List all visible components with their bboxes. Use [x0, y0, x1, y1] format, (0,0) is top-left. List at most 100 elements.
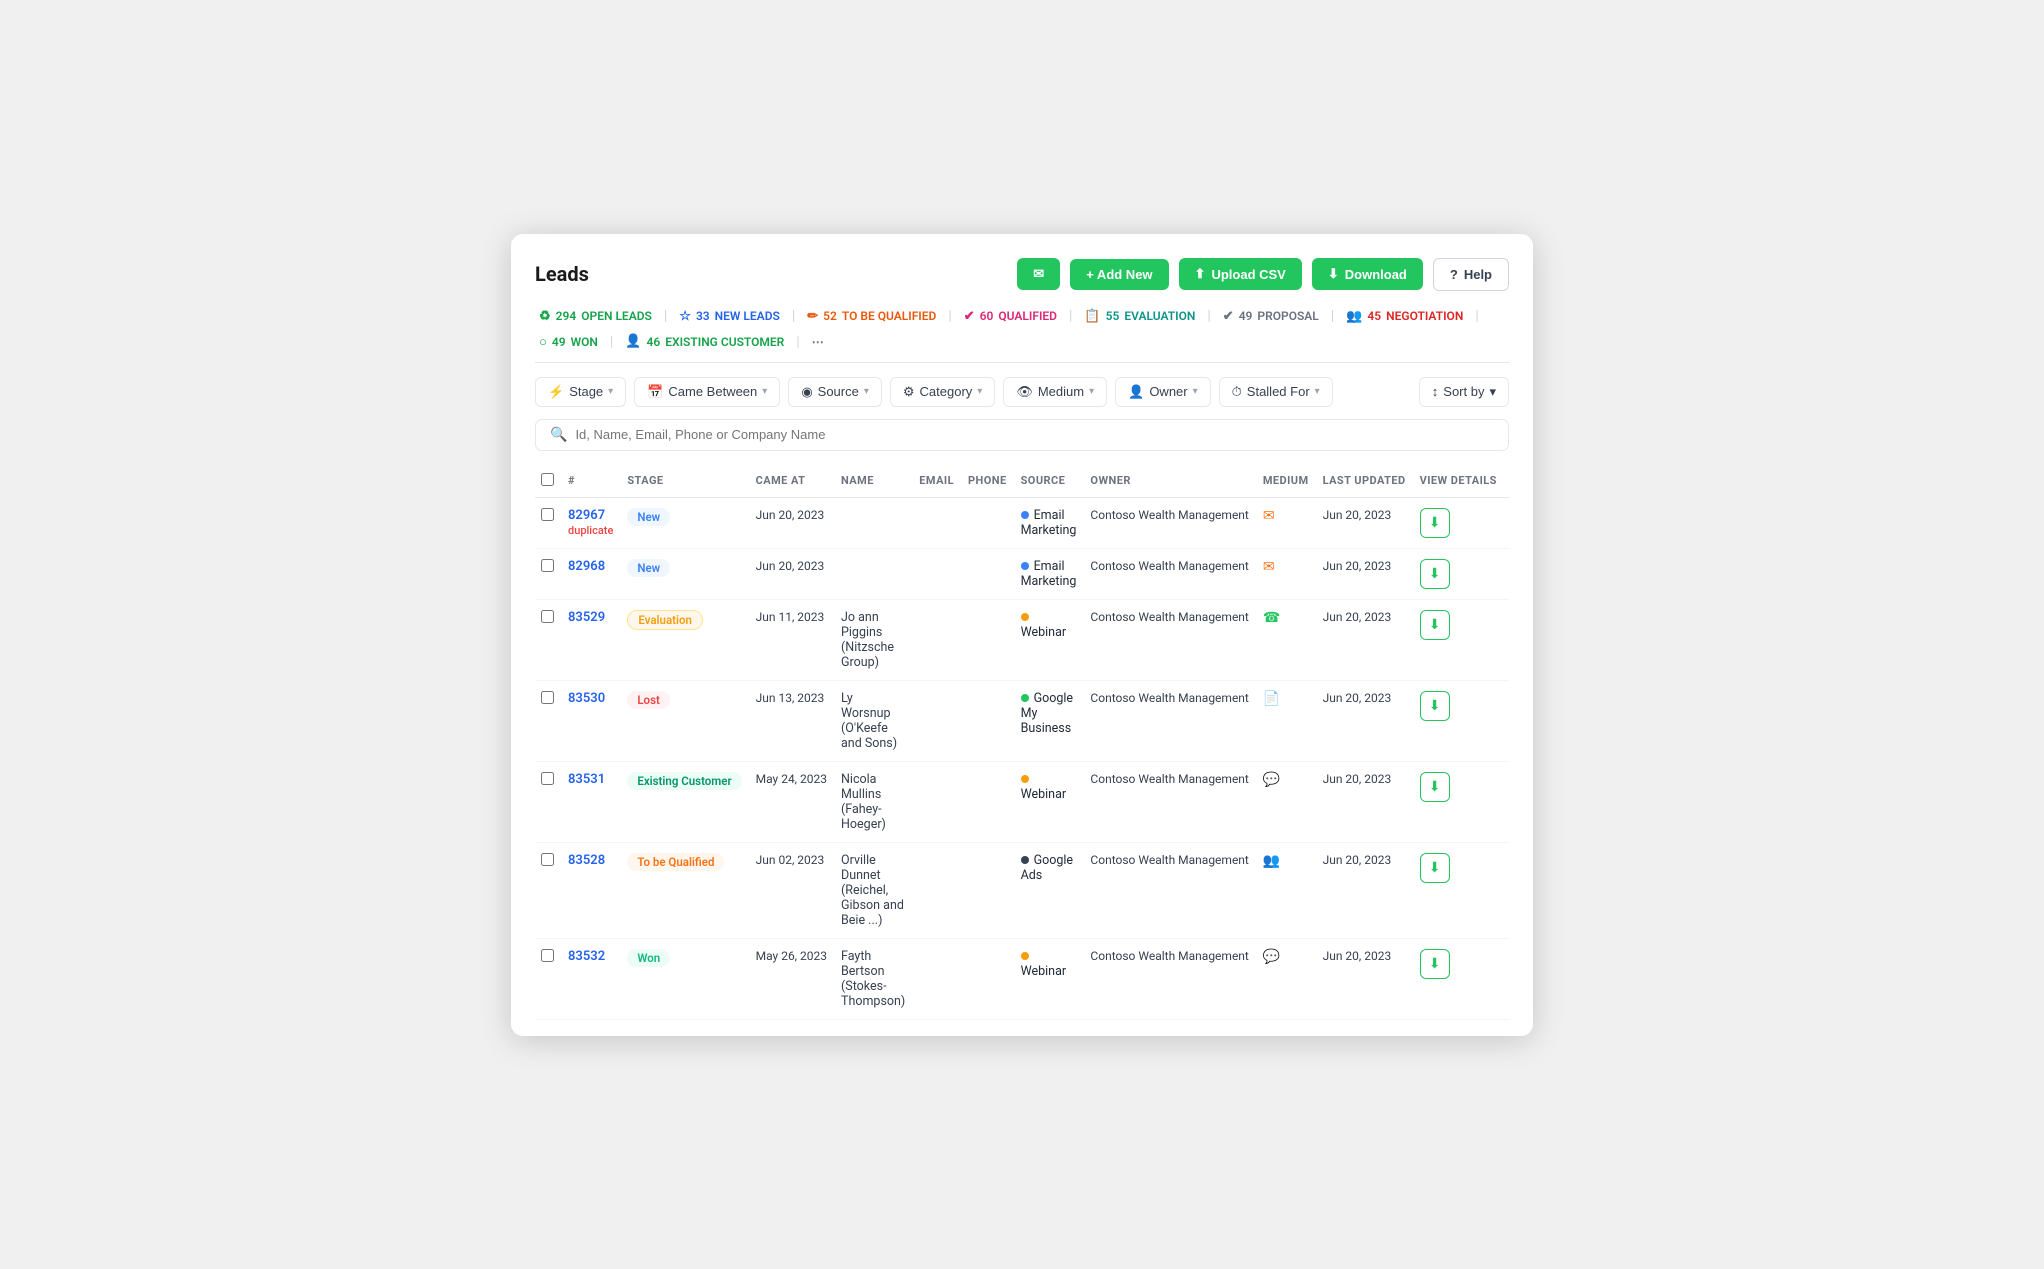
- lead-id[interactable]: 82968: [568, 559, 605, 574]
- action-cell: ⋮: [1505, 761, 1509, 842]
- clock-icon: ⏱: [1232, 384, 1242, 400]
- view-details-button[interactable]: ⬇: [1420, 691, 1450, 721]
- owner-cell: Contoso Wealth Management: [1084, 599, 1256, 680]
- name-cell: Orville Dunnet (Reichel, Gibson and Beie…: [835, 842, 913, 938]
- add-new-button[interactable]: + Add New: [1070, 259, 1168, 290]
- stage-badge: Existing Customer: [627, 772, 741, 790]
- chevron-down-icon: ▾: [1489, 384, 1496, 400]
- stat-proposal[interactable]: ✔ 49 PROPOSAL: [1219, 307, 1323, 326]
- filter-source[interactable]: ◉ Source ▾: [788, 377, 882, 407]
- cameat-cell: May 24, 2023: [750, 761, 835, 842]
- row-checkbox-cell: [535, 497, 562, 548]
- lead-id[interactable]: 83532: [568, 949, 605, 964]
- viewdetails-cell: ⬇: [1414, 761, 1505, 842]
- select-all-checkbox[interactable]: [541, 473, 554, 486]
- lead-id[interactable]: 82967: [568, 508, 605, 523]
- upload-icon: ⬆: [1195, 266, 1206, 282]
- view-details-button[interactable]: ⬇: [1420, 508, 1450, 538]
- lastupdated-cell: Jun 20, 2023: [1317, 497, 1414, 548]
- email-button[interactable]: ✉: [1017, 258, 1060, 290]
- row-checkbox[interactable]: [541, 610, 554, 623]
- page-title: Leads: [535, 262, 589, 286]
- view-details-button[interactable]: ⬇: [1420, 772, 1450, 802]
- email-cell: [913, 761, 962, 842]
- email-cell: [913, 938, 962, 1019]
- col-cameat: CAME AT: [750, 465, 835, 498]
- row-checkbox[interactable]: [541, 559, 554, 572]
- phone-cell: [962, 680, 1015, 761]
- stage-badge: Evaluation: [627, 610, 703, 630]
- row-checkbox[interactable]: [541, 691, 554, 704]
- view-details-button[interactable]: ⬇: [1420, 610, 1450, 640]
- row-checkbox[interactable]: [541, 853, 554, 866]
- stage-cell: Existing Customer: [621, 761, 749, 842]
- leads-table: # STAGE CAME AT NAME EMAIL PHONE SOURCE …: [535, 465, 1509, 1020]
- sort-by-button[interactable]: ↕ Sort by ▾: [1419, 377, 1509, 407]
- col-owner: OWNER: [1084, 465, 1256, 498]
- phone-cell: [962, 548, 1015, 599]
- stage-badge: New: [627, 559, 670, 577]
- view-details-button[interactable]: ⬇: [1420, 853, 1450, 883]
- row-checkbox-cell: [535, 548, 562, 599]
- medium-cell: 📄: [1257, 680, 1317, 761]
- name-cell: Ly Worsnup (O'Keefe and Sons): [835, 680, 913, 761]
- table-row: 83531 Existing Customer May 24, 2023 Nic…: [535, 761, 1509, 842]
- lead-id-cell: 83531: [562, 761, 621, 842]
- email-icon: ✉: [1033, 266, 1044, 282]
- stat-existing[interactable]: 👤 46 EXISTING CUSTOMER: [621, 332, 788, 351]
- col-action: ACTION: [1505, 465, 1509, 498]
- stat-qualified[interactable]: ✔ 60 QUALIFIED: [960, 307, 1061, 326]
- filter-category[interactable]: ⚙ Category ▾: [890, 377, 995, 407]
- row-checkbox-cell: [535, 761, 562, 842]
- medium-icon: ☎: [1263, 610, 1280, 626]
- cameat-cell: Jun 13, 2023: [750, 680, 835, 761]
- person-icon: 👤: [1128, 384, 1144, 400]
- col-name: NAME: [835, 465, 913, 498]
- action-cell: ⋮: [1505, 599, 1509, 680]
- filter-stalledfor[interactable]: ⏱ Stalled For ▾: [1219, 377, 1333, 407]
- calendar-icon: 📅: [647, 384, 663, 400]
- owner-cell: Contoso Wealth Management: [1084, 761, 1256, 842]
- row-checkbox[interactable]: [541, 949, 554, 962]
- chevron-down-icon: ▾: [977, 386, 982, 397]
- stat-evaluation[interactable]: 📋 55 EVALUATION: [1080, 307, 1199, 326]
- view-details-button[interactable]: ⬇: [1420, 949, 1450, 979]
- stat-more[interactable]: ⋯: [808, 333, 828, 351]
- lead-id[interactable]: 83531: [568, 772, 605, 787]
- upload-csv-button[interactable]: ⬆ Upload CSV: [1179, 258, 1302, 290]
- filter-bar: ⚡ Stage ▾ 📅 Came Between ▾ ◉ Source ▾ ⚙ …: [535, 377, 1509, 407]
- medium-icon: ✉: [1263, 559, 1275, 575]
- filter-camebetween[interactable]: 📅 Came Between ▾: [634, 377, 780, 407]
- owner-cell: Contoso Wealth Management: [1084, 842, 1256, 938]
- row-checkbox[interactable]: [541, 772, 554, 785]
- clipboard-icon: 📋: [1084, 309, 1100, 324]
- lastupdated-cell: Jun 20, 2023: [1317, 761, 1414, 842]
- cameat-cell: Jun 20, 2023: [750, 497, 835, 548]
- col-lastupdated: LAST UPDATED: [1317, 465, 1414, 498]
- filter-owner[interactable]: 👤 Owner ▾: [1115, 377, 1211, 407]
- row-checkbox[interactable]: [541, 508, 554, 521]
- filter-medium[interactable]: 👁 Medium ▾: [1003, 377, 1107, 407]
- lead-id[interactable]: 83529: [568, 610, 605, 625]
- stat-negotiation[interactable]: 👥 45 NEGOTIATION: [1342, 307, 1467, 326]
- filter-stage[interactable]: ⚡ Stage ▾: [535, 377, 626, 407]
- stat-won[interactable]: ○ 49 WON: [535, 332, 602, 352]
- lead-id-cell: 83530: [562, 680, 621, 761]
- row-checkbox-cell: [535, 599, 562, 680]
- stage-cell: To be Qualified: [621, 842, 749, 938]
- lead-id[interactable]: 83530: [568, 691, 605, 706]
- download-button[interactable]: ⬇ Download: [1312, 258, 1423, 290]
- search-input[interactable]: [575, 427, 1494, 442]
- stat-new[interactable]: ☆ 33 NEW LEADS: [675, 307, 784, 326]
- name-cell: [835, 497, 913, 548]
- leads-table-wrap: # STAGE CAME AT NAME EMAIL PHONE SOURCE …: [535, 465, 1509, 1020]
- stat-open[interactable]: ♻ 294 OPEN LEADS: [535, 307, 656, 326]
- medium-icon: 👥: [1263, 853, 1280, 869]
- row-checkbox-cell: [535, 938, 562, 1019]
- table-row: 82968 New Jun 20, 2023 Email Marketing C…: [535, 548, 1509, 599]
- view-details-button[interactable]: ⬇: [1420, 559, 1450, 589]
- edit-icon: ✏: [807, 309, 818, 324]
- stat-toqualify[interactable]: ✏ 52 TO BE QUALIFIED: [803, 307, 940, 326]
- lead-id[interactable]: 83528: [568, 853, 605, 868]
- help-button[interactable]: ? Help: [1433, 258, 1509, 291]
